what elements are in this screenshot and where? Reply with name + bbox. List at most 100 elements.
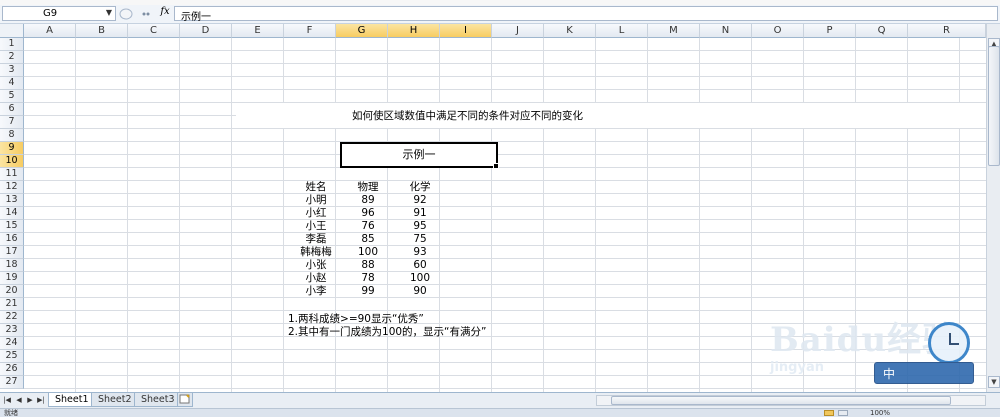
table-cell-physics[interactable]: 88 [342, 259, 394, 272]
table-cell-name[interactable]: 小王 [290, 220, 342, 233]
row-header-16[interactable]: 16 [0, 233, 24, 246]
table-cell-physics[interactable]: 78 [342, 272, 394, 285]
column-header-q[interactable]: Q [856, 24, 908, 38]
table-cell-physics[interactable]: 100 [342, 246, 394, 259]
row-header-24[interactable]: 24 [0, 337, 24, 350]
column-header-r[interactable]: R [908, 24, 986, 38]
tab-sheet2[interactable]: Sheet2 [91, 393, 139, 407]
row-header-10[interactable]: 10 [0, 155, 24, 168]
formula-input[interactable]: 示例一 [174, 6, 998, 23]
first-sheet-icon[interactable]: |◀ [2, 395, 12, 406]
table-cell-chemistry[interactable]: 75 [394, 233, 446, 246]
table-cell-physics[interactable]: 89 [342, 194, 394, 207]
table-header-cell[interactable]: 化学 [394, 181, 446, 194]
page-layout-view-icon[interactable] [838, 410, 848, 416]
row-header-19[interactable]: 19 [0, 272, 24, 285]
table-cell-physics[interactable]: 76 [342, 220, 394, 233]
column-header-i[interactable]: I [440, 24, 492, 38]
column-header-g[interactable]: G [336, 24, 388, 38]
horizontal-scroll-thumb[interactable] [611, 396, 951, 405]
row-header-5[interactable]: 5 [0, 90, 24, 103]
row-header-12[interactable]: 12 [0, 181, 24, 194]
column-header-m[interactable]: M [648, 24, 700, 38]
scroll-down-icon[interactable]: ▼ [988, 376, 1000, 388]
column-header-p[interactable]: P [804, 24, 856, 38]
column-header-d[interactable]: D [180, 24, 232, 38]
tab-sheet3[interactable]: Sheet3 [134, 393, 182, 407]
row-header-6[interactable]: 6 [0, 103, 24, 116]
row-header-9[interactable]: 9 [0, 142, 24, 155]
row-header-4[interactable]: 4 [0, 77, 24, 90]
row-header-15[interactable]: 15 [0, 220, 24, 233]
table-cell-physics[interactable]: 99 [342, 285, 394, 298]
table-cell-chemistry[interactable]: 100 [394, 272, 446, 285]
table-cell-chemistry[interactable]: 92 [394, 194, 446, 207]
title-merged-area[interactable] [236, 103, 986, 128]
last-sheet-icon[interactable]: ▶| [36, 395, 46, 406]
insert-function-button[interactable]: fx [158, 6, 172, 21]
row-header-2[interactable]: 2 [0, 51, 24, 64]
column-header-f[interactable]: F [284, 24, 336, 38]
column-header-o[interactable]: O [752, 24, 804, 38]
table-header-cell[interactable]: 物理 [342, 181, 394, 194]
column-header-l[interactable]: L [596, 24, 648, 38]
vertical-scroll-thumb[interactable] [988, 46, 1000, 166]
formula-bar-divider-icon[interactable] [118, 8, 154, 20]
row-header-11[interactable]: 11 [0, 168, 24, 181]
column-header-h[interactable]: H [388, 24, 440, 38]
select-all-corner[interactable] [0, 24, 24, 38]
row-header-13[interactable]: 13 [0, 194, 24, 207]
row-header-14[interactable]: 14 [0, 207, 24, 220]
horizontal-scrollbar[interactable] [596, 395, 986, 406]
note-1[interactable]: 1.两科成绩>=90显示“优秀” [288, 313, 424, 326]
row-header-23[interactable]: 23 [0, 324, 24, 337]
table-header-cell[interactable]: 姓名 [290, 181, 342, 194]
row-header-25[interactable]: 25 [0, 350, 24, 363]
column-header-b[interactable]: B [76, 24, 128, 38]
row-header-22[interactable]: 22 [0, 311, 24, 324]
table-cell-name[interactable]: 韩梅梅 [290, 246, 342, 259]
table-cell-name[interactable]: 小赵 [290, 272, 342, 285]
column-header-j[interactable]: J [492, 24, 544, 38]
note-2[interactable]: 2.其中有一门成绩为100的，显示“有满分” [288, 326, 486, 339]
table-cell-physics[interactable]: 85 [342, 233, 394, 246]
name-box[interactable]: G9 ▼ [2, 6, 116, 21]
column-header-e[interactable]: E [232, 24, 284, 38]
column-header-k[interactable]: K [544, 24, 596, 38]
row-header-27[interactable]: 27 [0, 376, 24, 389]
row-header-18[interactable]: 18 [0, 259, 24, 272]
sheet-title[interactable]: 如何使区域数值中满足不同的条件对应不同的变化 [352, 110, 583, 123]
row-header-26[interactable]: 26 [0, 363, 24, 376]
selected-cell-g9[interactable]: 示例一 [340, 142, 499, 169]
row-header-1[interactable]: 1 [0, 38, 24, 51]
row-header-21[interactable]: 21 [0, 298, 24, 311]
prev-sheet-icon[interactable]: ◀ [14, 395, 24, 406]
vertical-scrollbar[interactable]: ▲ ▼ [986, 24, 1000, 392]
table-cell-name[interactable]: 小张 [290, 259, 342, 272]
table-cell-name[interactable]: 小红 [290, 207, 342, 220]
table-cell-chemistry[interactable]: 95 [394, 220, 446, 233]
table-cell-chemistry[interactable]: 93 [394, 246, 446, 259]
chevron-down-icon[interactable]: ▼ [106, 8, 112, 17]
table-cell-physics[interactable]: 96 [342, 207, 394, 220]
column-header-a[interactable]: A [24, 24, 76, 38]
column-header-n[interactable]: N [700, 24, 752, 38]
tab-sheet1[interactable]: Sheet1 [48, 393, 96, 407]
column-header-c[interactable]: C [128, 24, 180, 38]
next-sheet-icon[interactable]: ▶ [25, 395, 35, 406]
insert-sheet-icon[interactable] [177, 393, 193, 407]
row-header-17[interactable]: 17 [0, 246, 24, 259]
table-cell-chemistry[interactable]: 60 [394, 259, 446, 272]
table-cell-name[interactable]: 小李 [290, 285, 342, 298]
fill-handle[interactable] [493, 163, 499, 169]
cell-grid[interactable] [24, 38, 986, 392]
table-cell-chemistry[interactable]: 90 [394, 285, 446, 298]
row-header-8[interactable]: 8 [0, 129, 24, 142]
row-header-3[interactable]: 3 [0, 64, 24, 77]
table-cell-name[interactable]: 李磊 [290, 233, 342, 246]
table-cell-chemistry[interactable]: 91 [394, 207, 446, 220]
row-header-20[interactable]: 20 [0, 285, 24, 298]
row-header-7[interactable]: 7 [0, 116, 24, 129]
normal-view-icon[interactable] [824, 410, 834, 416]
table-cell-name[interactable]: 小明 [290, 194, 342, 207]
